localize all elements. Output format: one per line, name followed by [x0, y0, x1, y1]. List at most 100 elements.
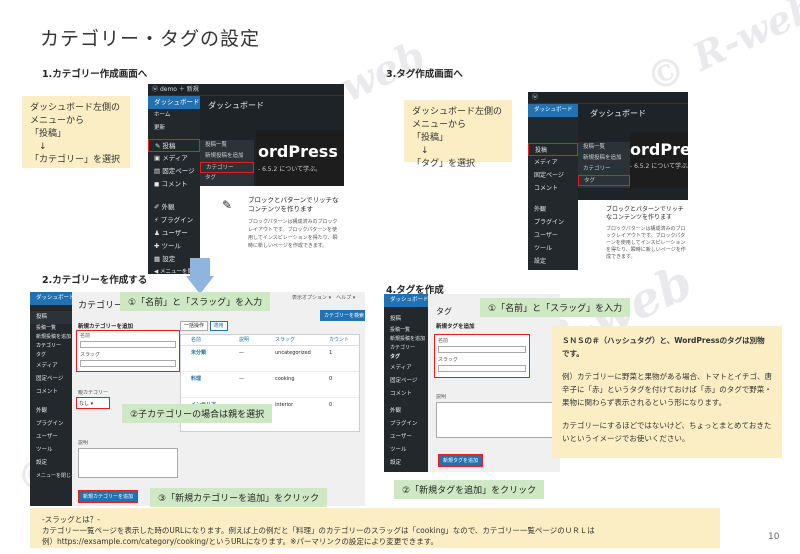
menu-collapse[interactable]: メニューを閉じる — [30, 470, 76, 483]
menu-users[interactable]: ♟ ユーザー — [148, 227, 200, 240]
flyout-tags[interactable]: タグ — [578, 175, 630, 186]
menu-dashboard[interactable]: ダッシュボード — [528, 104, 578, 117]
name-input[interactable] — [438, 346, 526, 353]
menu-posts[interactable]: 投稿 — [30, 311, 72, 324]
menu-tools[interactable]: ツール — [528, 242, 578, 255]
description-textarea[interactable] — [436, 402, 554, 438]
menu-settings[interactable]: 設定 — [384, 457, 428, 470]
menu-media[interactable]: ▣ メディア — [148, 152, 200, 165]
menu-plugins[interactable]: プラグイン — [30, 418, 72, 431]
flyout-new-post[interactable]: 新規投稿を追加 — [578, 153, 630, 164]
flyout-categories[interactable]: カテゴリー — [578, 164, 630, 175]
menu-categories[interactable]: カテゴリー — [384, 344, 428, 353]
name-input[interactable] — [80, 341, 176, 348]
flyout-tags[interactable]: タグ — [200, 173, 254, 184]
menu-users[interactable]: ユーザー — [30, 431, 72, 444]
bulk-select[interactable]: 一括操作 — [180, 321, 209, 331]
dashboard-heading: ダッシュボード — [590, 109, 646, 118]
menu-media[interactable]: メディア — [30, 360, 72, 373]
menu-comments[interactable]: コメント — [384, 388, 428, 401]
add-category-button[interactable]: 新規カテゴリーを追加 — [78, 490, 139, 503]
table-row[interactable]: 未分類 — uncategorized 1 — [181, 346, 359, 372]
welcome-panel: ordPress へよ - 6.5.2 について学ぶ。 — [256, 130, 344, 186]
menu-settings[interactable]: 設定 — [528, 255, 578, 268]
flyout-categories[interactable]: カテゴリー — [200, 162, 254, 173]
menu-appearance[interactable]: 外観 — [30, 405, 72, 418]
apply-button[interactable]: 適用 — [209, 321, 228, 331]
menu-posts[interactable]: ✎ 投稿 — [148, 139, 200, 152]
menu-tools[interactable]: ツール — [384, 444, 428, 457]
menu-home[interactable]: ホーム — [148, 109, 200, 122]
menu-appearance[interactable]: 外観 — [528, 203, 578, 216]
menu-plugins[interactable]: プラグイン — [528, 216, 578, 229]
menu-comments[interactable]: ◼ コメント — [148, 178, 200, 191]
flyout-new-post[interactable]: 新規投稿を追加 — [200, 151, 254, 162]
menu-appearance[interactable]: 外観 — [384, 405, 428, 418]
col-count[interactable]: カウント — [329, 335, 359, 345]
menu-collapse[interactable]: メニューを閉じる — [528, 268, 578, 270]
menu-posts[interactable]: 投稿 — [528, 143, 578, 156]
menu-comments[interactable]: コメント — [528, 182, 578, 195]
admin-sidebar: ダッシュボード ホーム 更新 ✎ 投稿 ▣ メディア ▤ 固定ページ ◼ コメン… — [148, 96, 204, 274]
block-desc: ブロックパターンは構成済みのブロックレイアウトです。ブロックパターンを使用してイ… — [248, 219, 338, 249]
col-desc[interactable]: 説明 — [239, 335, 275, 345]
col-name[interactable]: 名前 — [181, 335, 239, 345]
bulk-actions[interactable]: 一括操作 適用 — [180, 321, 228, 331]
description-textarea[interactable] — [78, 448, 178, 478]
menu-updates[interactable]: 更新 — [148, 122, 200, 135]
menu-dashboard[interactable]: ダッシュボード — [148, 96, 200, 109]
menu-appearance[interactable]: ✐ 外観 — [148, 201, 200, 214]
section-1-heading: 1.カテゴリー作成画面へ — [42, 69, 148, 80]
slug-input[interactable] — [80, 360, 176, 367]
menu-pages[interactable]: 固定ページ — [30, 373, 72, 386]
menu-media[interactable]: メディア — [384, 362, 428, 375]
menu-pages[interactable]: ▤ 固定ページ — [148, 165, 200, 178]
row-slug: interior — [275, 402, 294, 408]
menu-dashboard[interactable]: ダッシュボード — [384, 294, 429, 307]
menu-tags[interactable]: タグ — [384, 353, 428, 362]
dashboard-heading: ダッシュボード — [208, 101, 264, 110]
menu-users[interactable]: ユーザー — [384, 431, 428, 444]
menu-pages-label: 固定ページ — [162, 167, 195, 175]
menu-pages[interactable]: 固定ページ — [528, 169, 578, 182]
brush-icon: ✐ — [154, 203, 162, 211]
menu-categories[interactable]: カテゴリー — [30, 342, 72, 351]
welcome-columns: ✎ ブロックとパターンでリッチなコンテンツを作ります ブロックパターンは構成済み… — [200, 186, 344, 274]
wp-logo-icon: ⓦ — [152, 86, 159, 93]
name-slug-highlight: 名前 スラッグ — [434, 334, 530, 378]
flyout-all-posts[interactable]: 投稿一覧 — [578, 142, 630, 153]
menu-new-post[interactable]: 新規投稿を追加 — [30, 333, 72, 342]
menu-all-posts[interactable]: 投稿一覧 — [384, 326, 428, 335]
wrench-icon: ✚ — [154, 242, 162, 250]
menu-tools[interactable]: ツール — [30, 444, 72, 457]
col-slug[interactable]: スラッグ — [275, 335, 329, 345]
menu-plugins[interactable]: ⚡ プラグイン — [148, 214, 200, 227]
row-name[interactable]: 料理 — [181, 372, 239, 397]
row-name[interactable]: 未分類 — [181, 346, 239, 371]
slug-input[interactable] — [438, 365, 526, 372]
parent-select[interactable]: なし ▾ — [76, 397, 110, 409]
menu-dashboard[interactable]: ダッシュボード — [30, 292, 75, 305]
menu-settings[interactable]: 設定 — [30, 457, 72, 470]
help-label: ヘルプ — [336, 295, 352, 301]
menu-comments[interactable]: コメント — [30, 386, 72, 399]
admin-sidebar: ダッシュボード 投稿 メディア 固定ページ コメント 外観 プラグイン ユーザー… — [528, 104, 578, 270]
menu-new-post[interactable]: 新規投稿を追加 — [384, 335, 428, 344]
menu-all-posts[interactable]: 投稿一覧 — [30, 324, 72, 333]
tag-note: ＳＮＳの＃（ハッシュタグ）と、WordPressのタグは別物です。 例）カテゴリ… — [552, 326, 782, 458]
menu-tools[interactable]: ✚ ツール — [148, 240, 200, 253]
menu-plugins[interactable]: プラグイン — [384, 418, 428, 431]
add-tag-button[interactable]: 新規タグを追加 — [438, 454, 484, 467]
add-category-heading: 新規カテゴリーを追加 — [78, 324, 134, 330]
menu-tags[interactable]: タグ — [30, 351, 72, 360]
menu-users[interactable]: ユーザー — [528, 229, 578, 242]
new-link: ＋ 新規 — [178, 86, 199, 93]
menu-pages[interactable]: 固定ページ — [384, 375, 428, 388]
row-count: 0 — [329, 376, 333, 382]
table-row[interactable]: 料理 — cooking 0 — [181, 372, 359, 398]
search-category-button[interactable]: カテゴリーを検索 — [320, 310, 365, 321]
flyout-all-posts[interactable]: 投稿一覧 — [200, 140, 254, 151]
menu-posts[interactable]: 投稿 — [384, 313, 428, 326]
menu-media[interactable]: メディア — [528, 156, 578, 169]
screen-options[interactable]: 表示オプション ▾ ヘルプ ▾ — [292, 294, 355, 301]
